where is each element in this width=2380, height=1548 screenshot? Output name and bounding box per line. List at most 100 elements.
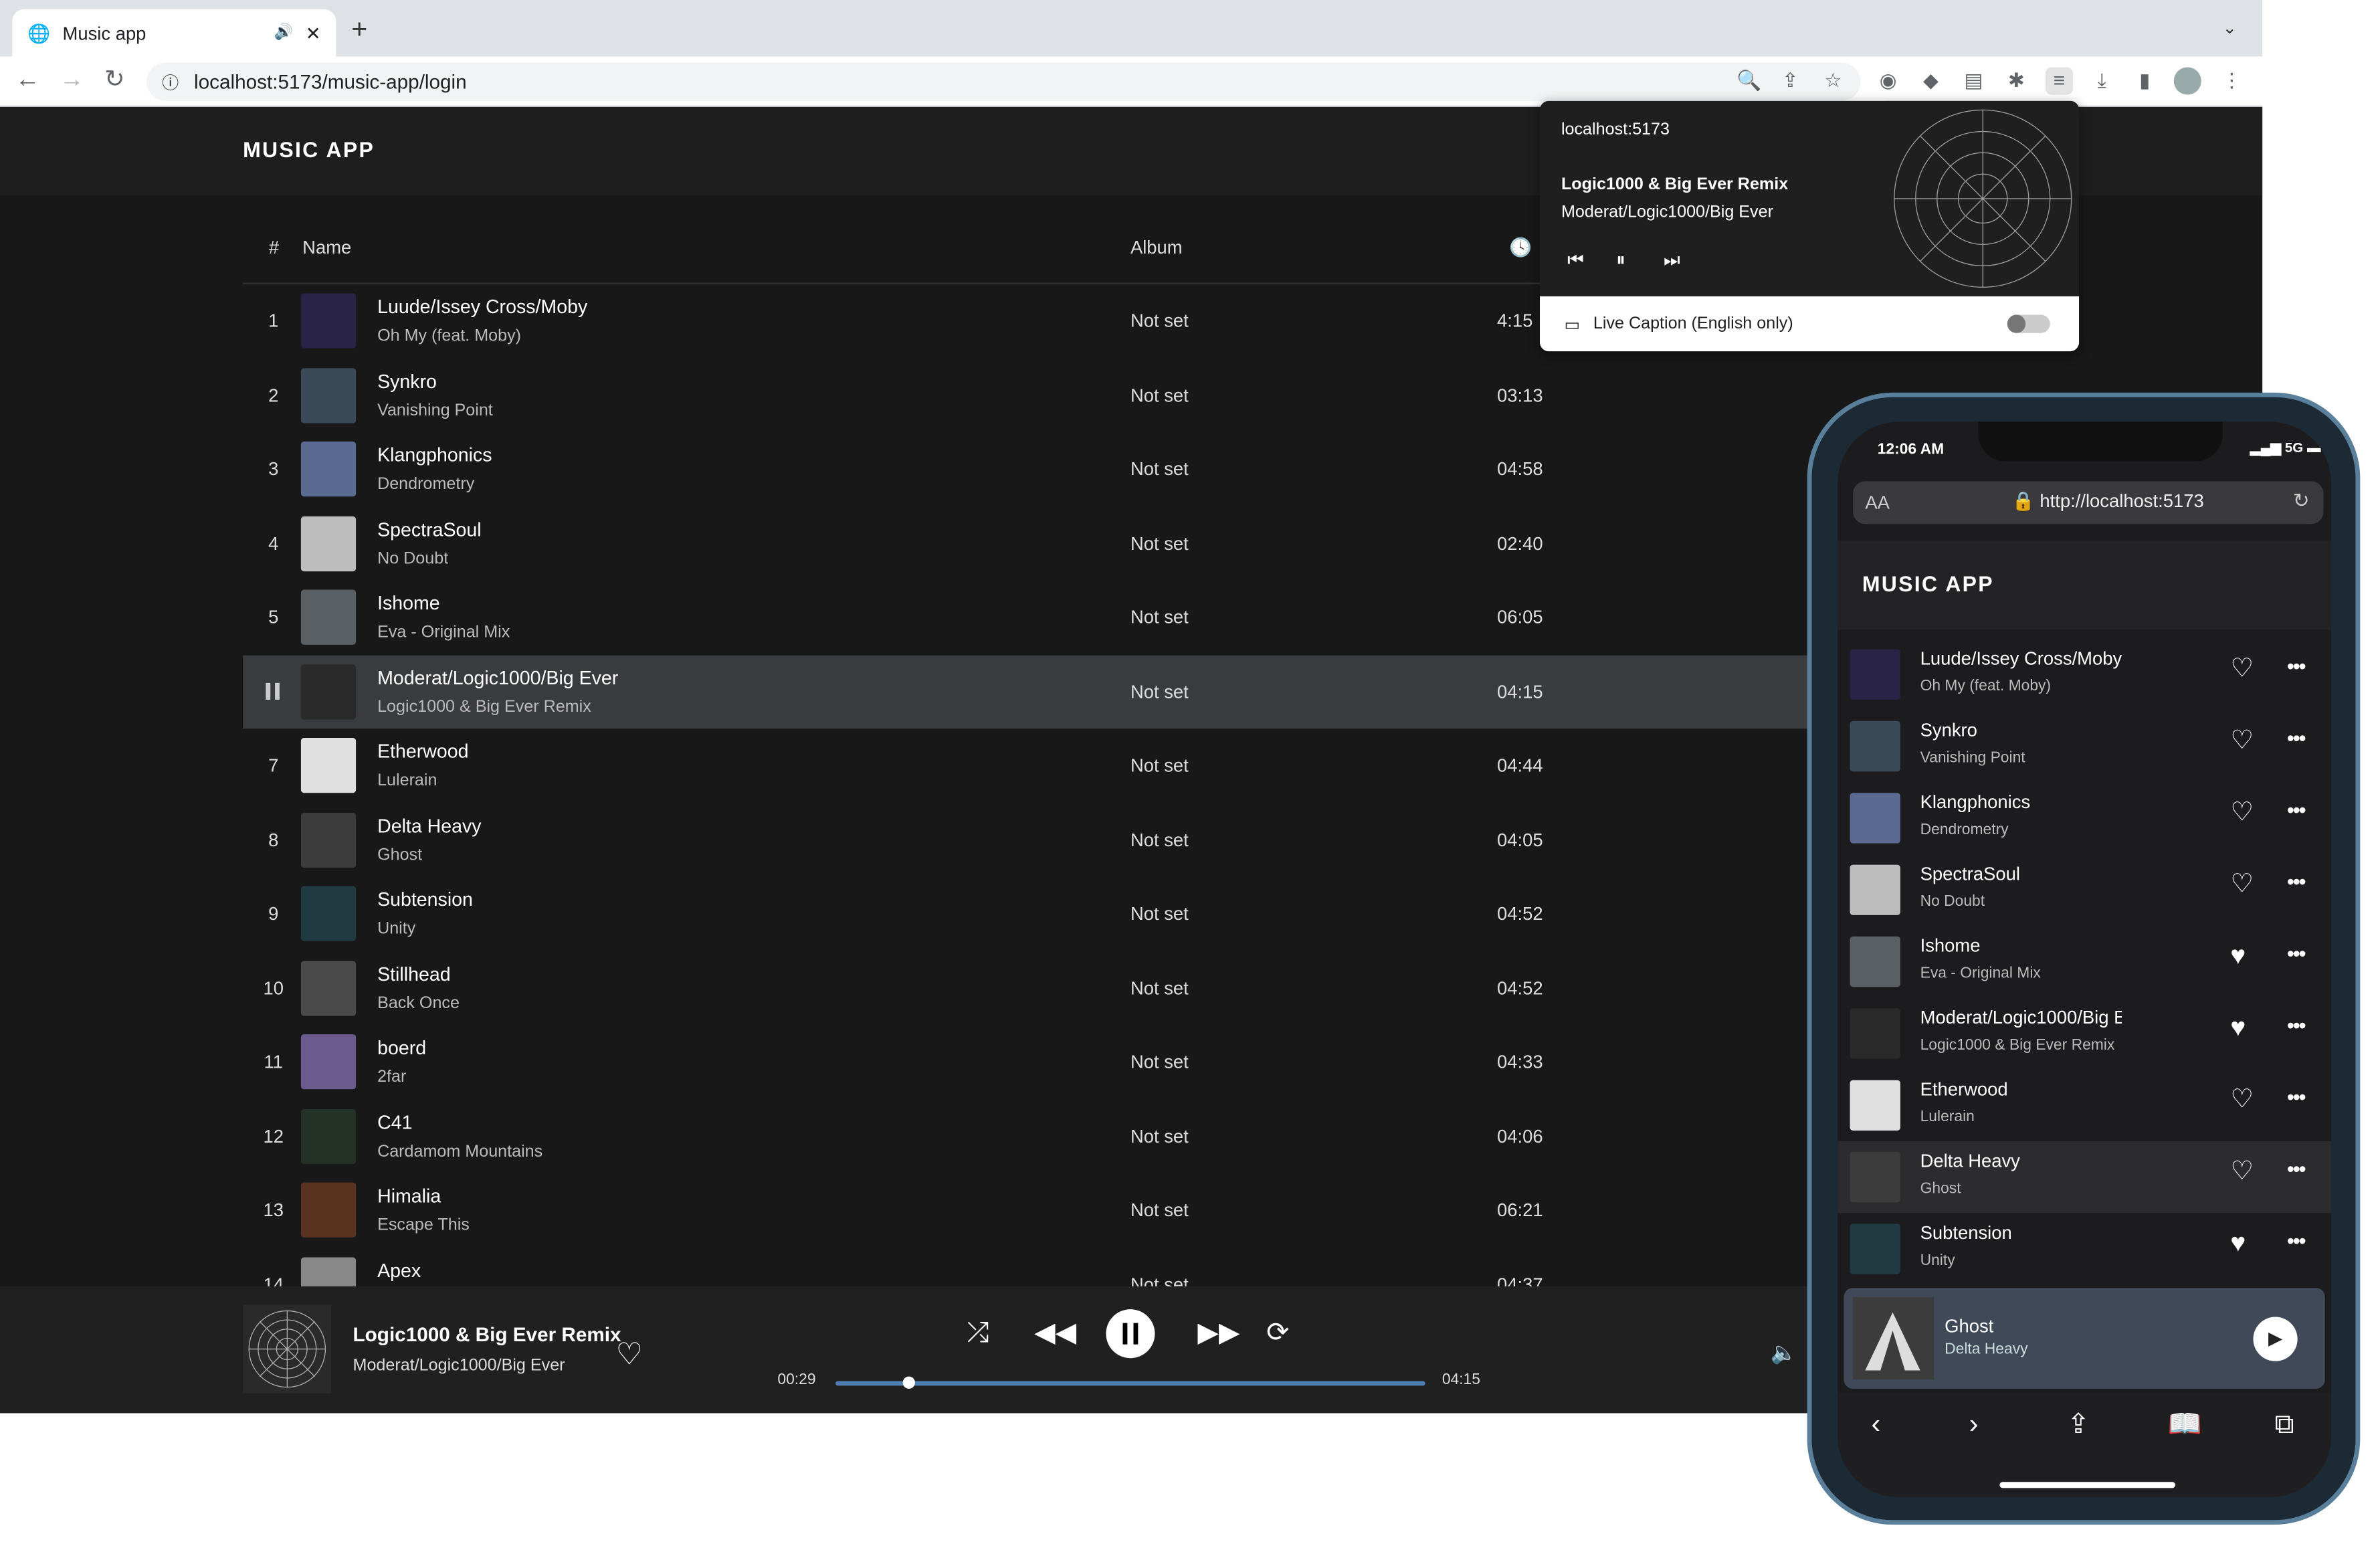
- close-tab-icon[interactable]: ✕: [306, 22, 321, 43]
- more-options-icon[interactable]: •••: [2287, 654, 2306, 678]
- speaker-icon[interactable]: 🔊: [274, 25, 293, 41]
- rewind-icon[interactable]: ◀◀: [1034, 1317, 1076, 1349]
- track-row[interactable]: 10 Stillhead Back Once Not set 04:52: [243, 951, 1831, 1025]
- bookmarks-icon[interactable]: 📖: [2168, 1409, 2202, 1441]
- media-control-icon[interactable]: ≡: [2045, 67, 2073, 95]
- app-logo[interactable]: MUSIC APP: [243, 138, 375, 163]
- phone-track-row[interactable]: Luude/Issey Cross/Moby Oh My (feat. Moby)…: [1838, 639, 2331, 710]
- puzzle-icon[interactable]: ✱: [2003, 67, 2030, 94]
- phone-track-row[interactable]: Klangphonics Dendrometry ♡ •••: [1838, 782, 2331, 854]
- heart-icon[interactable]: ♡: [2230, 797, 2254, 828]
- heart-icon[interactable]: ♡: [2230, 726, 2254, 757]
- reader-aa-button[interactable]: AA: [1865, 492, 1890, 513]
- current-time: 00:29: [777, 1371, 816, 1389]
- forward-icon[interactable]: ›: [1969, 1409, 1979, 1441]
- extension-icon[interactable]: ◆: [1917, 67, 1945, 94]
- extension-icon[interactable]: ▤: [1960, 67, 1987, 94]
- play-button[interactable]: ▶: [2253, 1317, 2298, 1361]
- heart-icon[interactable]: ♡: [2230, 654, 2254, 684]
- heart-icon[interactable]: ♥: [2230, 1228, 2246, 1259]
- track-row[interactable]: 4 SpectraSoul No Doubt Not set 02:40: [243, 506, 1831, 580]
- track-row[interactable]: 3 Klangphonics Dendrometry Not set 04:58: [243, 432, 1831, 506]
- forward-icon[interactable]: →: [56, 66, 87, 96]
- now-playing-title: Logic1000 & Big Ever Remix: [353, 1323, 621, 1346]
- tab-search-chevron-icon[interactable]: ⌄: [2223, 18, 2237, 38]
- live-caption-row[interactable]: ▭ Live Caption (English only): [1539, 296, 2080, 352]
- phone-mini-player[interactable]: Ghost Delta Heavy ▶: [1844, 1288, 2325, 1389]
- info-icon[interactable]: ⓘ: [162, 70, 179, 94]
- track-row[interactable]: 2 Synkro Vanishing Point Not set 03:13: [243, 359, 1831, 432]
- reload-icon[interactable]: ↻: [2293, 489, 2310, 514]
- tabs-icon[interactable]: ⧉: [2274, 1409, 2294, 1441]
- phone-track-row[interactable]: Delta Heavy Ghost ♡ •••: [1838, 1141, 2331, 1214]
- pause-icon[interactable]: [266, 682, 271, 699]
- share-icon[interactable]: ⇪: [1777, 67, 1804, 94]
- more-options-icon[interactable]: •••: [2287, 941, 2306, 966]
- omnibox[interactable]: ⓘ localhost:5173/music-app/login: [146, 62, 1861, 101]
- pause-button[interactable]: [1106, 1309, 1155, 1359]
- more-options-icon[interactable]: •••: [2287, 1084, 2306, 1109]
- phone-app-logo[interactable]: MUSIC APP: [1862, 571, 1994, 596]
- like-heart-icon[interactable]: ♡: [615, 1335, 643, 1373]
- more-options-icon[interactable]: •••: [2287, 797, 2306, 822]
- more-options-icon[interactable]: •••: [2287, 1228, 2306, 1253]
- back-icon[interactable]: ←: [12, 66, 43, 96]
- pause-icon[interactable]: ⏸: [1616, 249, 1625, 272]
- profile-avatar[interactable]: [2173, 67, 2201, 95]
- heart-icon[interactable]: ♡: [2230, 869, 2254, 900]
- star-icon[interactable]: ☆: [1819, 67, 1847, 94]
- phone-track-row[interactable]: Etherwood Lulerain ♡ •••: [1838, 1070, 2331, 1141]
- more-options-icon[interactable]: •••: [2287, 726, 2306, 751]
- track-row[interactable]: 5 Ishome Eva - Original Mix Not set 06:05: [243, 581, 1831, 654]
- track-cover: [300, 367, 357, 423]
- back-icon[interactable]: ‹: [1872, 1409, 1881, 1441]
- previous-track-icon[interactable]: ⏮: [1567, 249, 1584, 272]
- reload-icon[interactable]: ↻: [99, 66, 130, 96]
- phone-track-row[interactable]: Synkro Vanishing Point ♡ •••: [1838, 710, 2331, 782]
- fast-forward-icon[interactable]: ▶▶: [1197, 1317, 1239, 1349]
- heart-icon[interactable]: ♡: [2230, 1157, 2254, 1187]
- track-duration: 4:15: [1497, 310, 1533, 332]
- heart-icon[interactable]: ♥: [2230, 941, 2246, 972]
- track-row[interactable]: 12 C41 Cardamom Mountains Not set 04:06: [243, 1099, 1831, 1173]
- track-row[interactable]: 7 Etherwood Lulerain Not set 04:44: [243, 729, 1831, 802]
- heart-icon[interactable]: ♥: [2230, 1013, 2246, 1044]
- track-title: Luude/Issey Cross/Moby: [377, 296, 588, 318]
- more-options-icon[interactable]: •••: [2287, 1157, 2306, 1181]
- repeat-icon[interactable]: ⟳: [1266, 1317, 1289, 1349]
- more-options-icon[interactable]: •••: [2287, 1013, 2306, 1038]
- browser-tab[interactable]: 🌐 Music app 🔊 ✕: [12, 9, 336, 57]
- phone-track-row[interactable]: Moderat/Logic1000/Big Ever Logic1000 & Bi…: [1838, 997, 2331, 1069]
- download-icon[interactable]: ⤓: [2088, 67, 2116, 94]
- pause-icon[interactable]: [275, 682, 280, 699]
- track-row[interactable]: 8 Delta Heavy Ghost Not set 04:05: [243, 803, 1831, 876]
- phone-track-row[interactable]: Ishome Eva - Original Mix ♥ •••: [1838, 926, 2331, 997]
- shuffle-icon[interactable]: ⤮: [967, 1317, 989, 1349]
- heart-icon[interactable]: ♡: [2230, 1084, 2254, 1115]
- side-panel-icon[interactable]: ▮: [2131, 67, 2159, 94]
- menu-icon[interactable]: ⋮: [2218, 67, 2246, 94]
- volume-icon[interactable]: 🔈: [1771, 1340, 1797, 1366]
- track-row[interactable]: Moderat/Logic1000/Big Ever Logic1000 & Bi…: [243, 654, 1832, 729]
- extension-icon[interactable]: ◉: [1874, 67, 1902, 94]
- track-row[interactable]: 13 Himalia Escape This Not set 06:21: [243, 1173, 1831, 1247]
- phone-track-row[interactable]: SpectraSoul No Doubt ♡ •••: [1838, 854, 2331, 926]
- mini-player-artist: Delta Heavy: [1945, 1341, 2028, 1359]
- track-title: Luude/Issey Cross/Moby: [1920, 648, 2122, 670]
- mini-player-cover: [1853, 1296, 1935, 1380]
- progress-handle[interactable]: [902, 1376, 915, 1389]
- safari-address-bar[interactable]: AA 🔒 http://localhost:5173 ↻: [1853, 481, 2324, 524]
- share-icon[interactable]: ⇪: [2067, 1409, 2090, 1441]
- live-caption-toggle[interactable]: [2007, 314, 2050, 333]
- status-network: ▂▄▆ 5G ▬: [2250, 440, 2321, 457]
- zoom-icon[interactable]: 🔍: [1735, 67, 1763, 94]
- track-row[interactable]: 11 boerd 2far Not set 04:33: [243, 1025, 1831, 1098]
- track-row[interactable]: 9 Subtension Unity Not set 04:52: [243, 877, 1831, 951]
- url-text[interactable]: localhost:5173/music-app/login: [194, 70, 467, 93]
- more-options-icon[interactable]: •••: [2287, 869, 2306, 894]
- phone-track-row[interactable]: Subtension Unity ♥ •••: [1838, 1213, 2331, 1284]
- next-track-icon[interactable]: ⏭: [1664, 249, 1680, 272]
- new-tab-button[interactable]: +: [351, 14, 367, 46]
- progress-bar[interactable]: [835, 1381, 1425, 1386]
- safari-url[interactable]: 🔒 http://localhost:5173: [2012, 490, 2204, 512]
